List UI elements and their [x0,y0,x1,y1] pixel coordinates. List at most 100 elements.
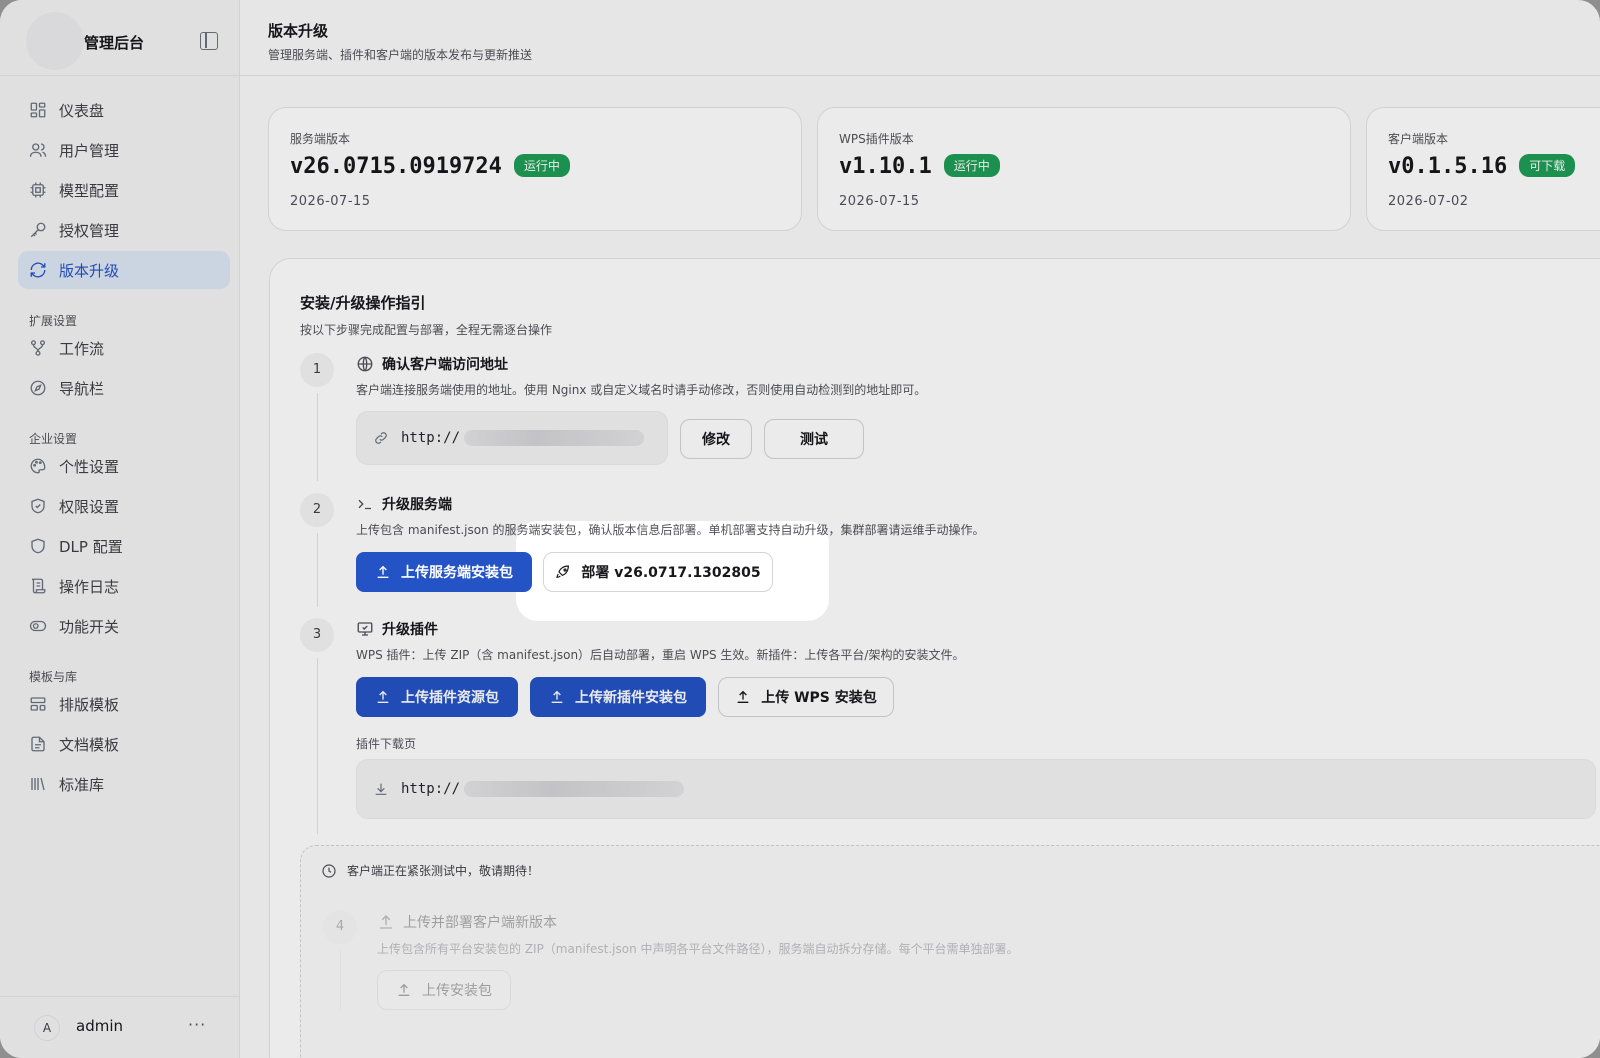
sidebar-item-dashboard[interactable]: 仪表盘 [18,91,230,129]
sidebar-item-logs[interactable]: 操作日志 [18,567,230,605]
upload-icon [377,690,389,703]
download-icon [375,783,387,795]
key-icon [30,222,46,238]
sidebar-item-label: 排版模板 [59,695,120,714]
page-subtitle: 管理服务端、插件和客户端的版本发布与更新推送 [268,48,533,62]
sidebar-item-label: 授权管理 [59,221,120,240]
step-number: 2 [300,493,334,527]
step-title: 上传并部署客户端新版本 [377,912,557,932]
upload-new-plugin-button[interactable]: 上传新插件安装包 [530,677,706,717]
card-label: 客户端版本 [1388,132,1449,146]
card-label: 服务端版本 [290,132,351,146]
shield-check-icon [31,498,45,514]
upload-wps-button[interactable]: 上传 WPS 安装包 [718,677,894,717]
test-url-button[interactable]: 测试 [764,419,864,459]
sidebar-item-doc-templates[interactable]: 文档模板 [18,725,230,763]
shield-icon [31,538,45,554]
cpu-icon [30,182,46,198]
step-title: 确认客户端访问地址 [356,354,508,374]
button-label: 上传安装包 [422,983,492,999]
sidebar-item-library[interactable]: 标准库 [18,765,230,803]
step-description: WPS 插件：上传 ZIP（含 manifest.json）后自动部署，重启 W… [356,648,965,662]
more-icon[interactable]: ··· [188,1015,206,1034]
step-number: 1 [300,353,334,387]
nav-group-title: 企业设置 [29,432,78,446]
nav-group-title: 模板与库 [29,670,78,684]
guide-title: 安装/升级操作指引 [300,294,426,312]
guide-subtitle: 按以下步骤完成配置与部署，全程无需逐台操作 [300,323,553,337]
sidebar-item-dlp[interactable]: DLP 配置 [18,527,230,565]
sidebar-toggle-icon[interactable] [200,32,218,50]
redacted-url [464,781,685,797]
button-label: 上传新插件安装包 [575,690,687,706]
sidebar-item-label: 模型配置 [59,181,120,200]
version-text: v0.1.5.16 [1388,154,1508,179]
page-title: 版本升级 [268,22,329,40]
version-date: 2026-07-02 [1388,194,1469,209]
server-version-card: 服务端版本 v26.0715.0919724 运行中 2026-07-15 [268,107,802,231]
deploy-button[interactable]: 部署 v26.0717.1302805 [543,552,773,592]
app-window: 管理后台 仪表盘 用户管理 模型配置 授权管理 版本升级 扩展设置 工作流 导航… [0,0,1600,1058]
sidebar-item-models[interactable]: 模型配置 [18,171,230,209]
sidebar-item-layout-templates[interactable]: 排版模板 [18,685,230,723]
step-description: 上传包含所有平台安装包的 ZIP（manifest.json 中声明各平台文件路… [377,942,1019,956]
sidebar-item-personalize[interactable]: 个性设置 [18,447,230,485]
user-menu[interactable]: A admin ··· [0,996,240,1058]
link-icon [375,432,387,444]
client-upcoming-section: 客户端正在紧张测试中，敬请期待！ 4 上传并部署客户端新版本 上传包含所有平台安… [300,845,1600,1058]
sidebar-item-features[interactable]: 功能开关 [18,607,230,645]
sidebar-item-label: DLP 配置 [59,537,123,556]
sidebar-nav: 仪表盘 用户管理 模型配置 授权管理 版本升级 扩展设置 工作流 导航栏 企业设… [18,91,230,805]
sidebar-item-license[interactable]: 授权管理 [18,211,230,249]
step-title-text: 上传并部署客户端新版本 [403,915,557,931]
url-text: http:// [401,430,461,446]
clock-icon [322,863,336,878]
rocket-icon [556,565,570,579]
button-label: 上传 WPS 安装包 [761,690,877,706]
scroll-icon [31,578,46,594]
sidebar-item-label: 个性设置 [59,457,120,476]
sidebar-item-workflow[interactable]: 工作流 [18,329,230,367]
brand-title: 管理后台 [84,34,145,52]
card-label: WPS插件版本 [839,132,914,146]
globe-icon [357,356,373,372]
step-title: 升级插件 [356,619,438,639]
sidebar-item-navbar[interactable]: 导航栏 [18,369,230,407]
version-text: v1.10.1 [839,154,932,179]
client-version-card: 客户端版本 v0.1.5.16 可下载 2026-07-02 [1366,107,1600,231]
header-divider [0,75,1600,76]
step-title-text: 升级插件 [382,622,438,638]
sidebar-item-label: 文档模板 [59,735,120,754]
coming-soon-notice: 客户端正在紧张测试中，敬请期待！ [321,862,539,879]
sidebar-item-label: 功能开关 [59,617,120,636]
version-value: v26.0715.0919724 运行中 [290,154,570,179]
upload-plugin-resource-button[interactable]: 上传插件资源包 [356,677,518,717]
url-text: http:// [401,781,461,797]
workflow-icon [30,340,46,356]
sidebar-item-users[interactable]: 用户管理 [18,131,230,169]
sidebar-item-permissions[interactable]: 权限设置 [18,487,230,525]
dashboard-icon [30,102,46,118]
sidebar: 管理后台 仪表盘 用户管理 模型配置 授权管理 版本升级 扩展设置 工作流 导航… [0,0,240,1058]
library-icon [31,777,45,791]
step-connector [317,658,318,834]
upgrade-guide-panel: 安装/升级操作指引 按以下步骤完成配置与部署，全程无需逐台操作 1 确认客户端访… [269,258,1600,1058]
plugin-download-url-field[interactable]: http:// [356,759,1596,819]
step-title-text: 确认客户端访问地址 [382,357,508,373]
refresh-icon [30,262,46,278]
user-name: admin [76,1017,123,1035]
upload-server-package-button[interactable]: 上传服务端安装包 [356,552,532,592]
sidebar-item-label: 标准库 [59,775,105,794]
step-title-text: 升级服务端 [382,497,452,513]
logo [26,12,84,70]
version-value: v0.1.5.16 可下载 [1388,154,1576,179]
client-url-field[interactable]: http:// [356,411,668,465]
step-description: 上传包含 manifest.json 的服务端安装包，确认版本信息后部署。单机部… [356,523,985,537]
upload-icon [380,915,392,929]
edit-url-button[interactable]: 修改 [680,419,752,459]
sidebar-item-upgrade[interactable]: 版本升级 [18,251,230,289]
sidebar-item-label: 用户管理 [59,141,120,160]
button-label: 上传插件资源包 [401,690,499,706]
upload-icon [377,565,389,578]
status-badge: 运行中 [513,154,570,177]
